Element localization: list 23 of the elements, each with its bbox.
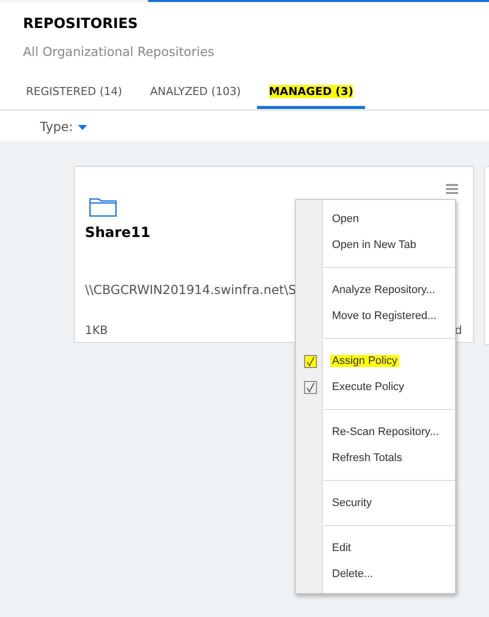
- tab[interactable]: MANAGED (3): [256, 85, 366, 109]
- folder-icon: [89, 197, 117, 217]
- menu-item[interactable]: Edit: [296, 535, 455, 561]
- menu-item[interactable]: Re-Scan Repository...: [296, 419, 455, 445]
- page-title: REPOSITORIES: [23, 16, 139, 32]
- repository-path: \\CBGCRWIN201914.swinfra.net\S: [85, 282, 296, 297]
- menu-item[interactable]: Delete...: [296, 561, 455, 587]
- menu-item[interactable]: Open in New Tab: [296, 232, 455, 258]
- repository-size: 1KB: [85, 323, 108, 337]
- menu-item[interactable]: Assign Policy: [296, 348, 455, 374]
- menu-item[interactable]: Security: [296, 490, 455, 516]
- repository-name: Share11: [85, 225, 150, 241]
- tab[interactable]: ANALYZED (103): [146, 85, 245, 109]
- page-subtitle: All Organizational Repositories: [23, 44, 216, 59]
- menu-icon[interactable]: [446, 184, 458, 194]
- menu-item[interactable]: Execute Policy: [296, 374, 455, 400]
- menu-item[interactable]: Move to Registered...: [296, 303, 455, 329]
- tab[interactable]: REGISTERED (14): [22, 85, 126, 109]
- filter-label: Type:: [40, 118, 73, 134]
- menu-item[interactable]: Open: [296, 206, 455, 232]
- caret-icon[interactable]: [78, 124, 87, 130]
- menu-item[interactable]: Refresh Totals: [296, 445, 455, 471]
- menu-item[interactable]: Analyze Repository...: [296, 277, 455, 303]
